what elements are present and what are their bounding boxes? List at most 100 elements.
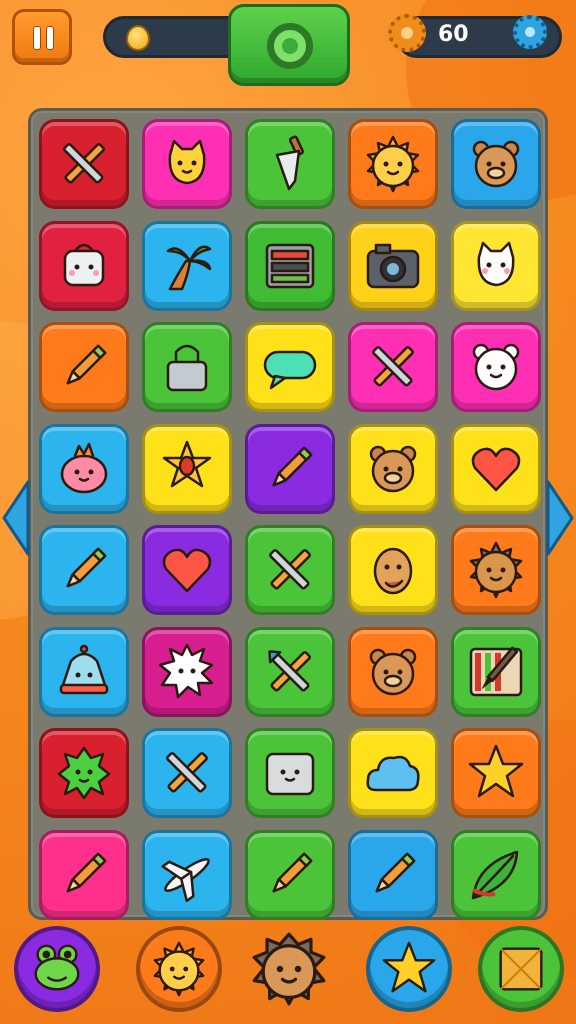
game-tile[interactable] [245,728,335,818]
game-tile[interactable] [142,626,232,717]
game-tile[interactable] [142,728,232,818]
box-face-icon [265,752,315,796]
game-tile[interactable] [39,525,129,615]
hedgehog-face-icon [252,932,326,1006]
speech-bubble-icon [263,350,317,390]
pause-icon [33,26,41,50]
crossed-pencils-icon [269,549,311,590]
game-tile[interactable] [245,220,335,311]
bear-face-icon [472,140,520,188]
game-tile[interactable] [451,525,541,615]
game-tile[interactable] [348,829,438,920]
game-tile[interactable] [451,829,541,920]
tile-board [28,108,548,920]
green-monster-icon [57,746,111,800]
heart-icon [471,447,521,491]
goal-badge[interactable] [228,4,350,86]
spiky-sun-icon [469,541,523,599]
powerup-button[interactable] [246,926,332,1012]
game-tile[interactable] [451,119,541,209]
game-tile[interactable] [142,322,232,412]
paint-brush-icon [469,646,523,696]
ring-icon [267,23,313,69]
settings-gear-icon[interactable] [513,15,547,49]
game-tile[interactable] [245,322,335,412]
sun-face-icon [153,941,205,997]
game-tile[interactable] [39,829,129,920]
star-icon [468,744,524,798]
cloud-icon [366,755,420,792]
trowel-icon [275,135,305,191]
pencil-icon [272,446,313,487]
scroll-right-arrow-icon[interactable] [546,478,576,558]
bear-face-icon [369,445,417,492]
pencil-icon [66,344,107,385]
camera-icon [366,243,420,288]
pencil-icon [375,852,416,893]
frog-face-icon [34,944,80,991]
game-tile[interactable] [348,525,438,615]
game-tile[interactable] [39,423,129,514]
game-tile[interactable] [451,220,541,311]
game-tile[interactable] [142,829,232,920]
game-tile[interactable] [348,220,438,311]
game-tile[interactable] [348,119,438,209]
cat-face-icon [168,139,206,185]
pencil-icon [66,852,107,893]
powerup-button[interactable] [478,926,564,1012]
game-tile[interactable] [451,322,541,412]
powerup-button[interactable] [136,926,222,1012]
game-tile[interactable] [39,626,129,717]
game-tile[interactable] [451,423,541,514]
crossed-tools-icon [268,649,311,692]
game-tile[interactable] [348,728,438,818]
pause-icon [46,26,54,50]
scroll-left-arrow-icon[interactable] [0,478,30,558]
gem-star-icon [162,440,212,487]
game-tile[interactable] [245,829,335,920]
bell-face-icon [59,644,109,694]
game-tile[interactable] [451,728,541,818]
game-tile[interactable] [245,525,335,615]
bag-face-icon [63,243,105,286]
game-tile[interactable] [39,220,129,311]
gear-icon [388,14,426,52]
game-tile[interactable] [451,626,541,717]
game-tile[interactable] [39,322,129,412]
coin-icon [126,25,150,51]
game-tile[interactable] [245,626,335,717]
powerup-button[interactable] [366,926,452,1012]
airplane-icon [161,857,210,902]
game-tile[interactable] [348,626,438,717]
star-icon [382,941,436,993]
heart-icon [162,548,212,593]
white-bear-icon [472,343,520,391]
game-tile[interactable] [348,322,438,412]
monkey-face-icon [373,547,413,595]
palm-tree-icon [166,245,212,290]
game-tile[interactable] [39,728,129,818]
game-tile[interactable] [142,220,232,311]
pencil-icon [66,547,107,588]
pink-blob-icon [60,442,108,493]
control-panel-icon [265,243,315,288]
crossed-pencils-icon [63,143,105,184]
crossed-pencils-icon [372,346,414,387]
score-value: 60 [438,22,469,47]
bear-face-icon [369,648,417,695]
crossed-pencils-icon [166,752,208,793]
game-tile[interactable] [348,423,438,514]
white-cat-icon [477,241,515,286]
game-tile[interactable] [245,423,335,514]
gem-square-icon [499,947,543,991]
game-tile[interactable] [245,119,335,209]
pause-button[interactable] [12,9,72,65]
spiky-ghost-icon [158,643,214,698]
game-tile[interactable] [142,525,232,615]
pencil-icon [272,852,313,893]
sun-face-icon [366,135,420,193]
game-tile[interactable] [142,423,232,514]
game-tile[interactable] [39,119,129,209]
game-tile[interactable] [142,119,232,209]
powerup-button[interactable] [14,926,100,1012]
